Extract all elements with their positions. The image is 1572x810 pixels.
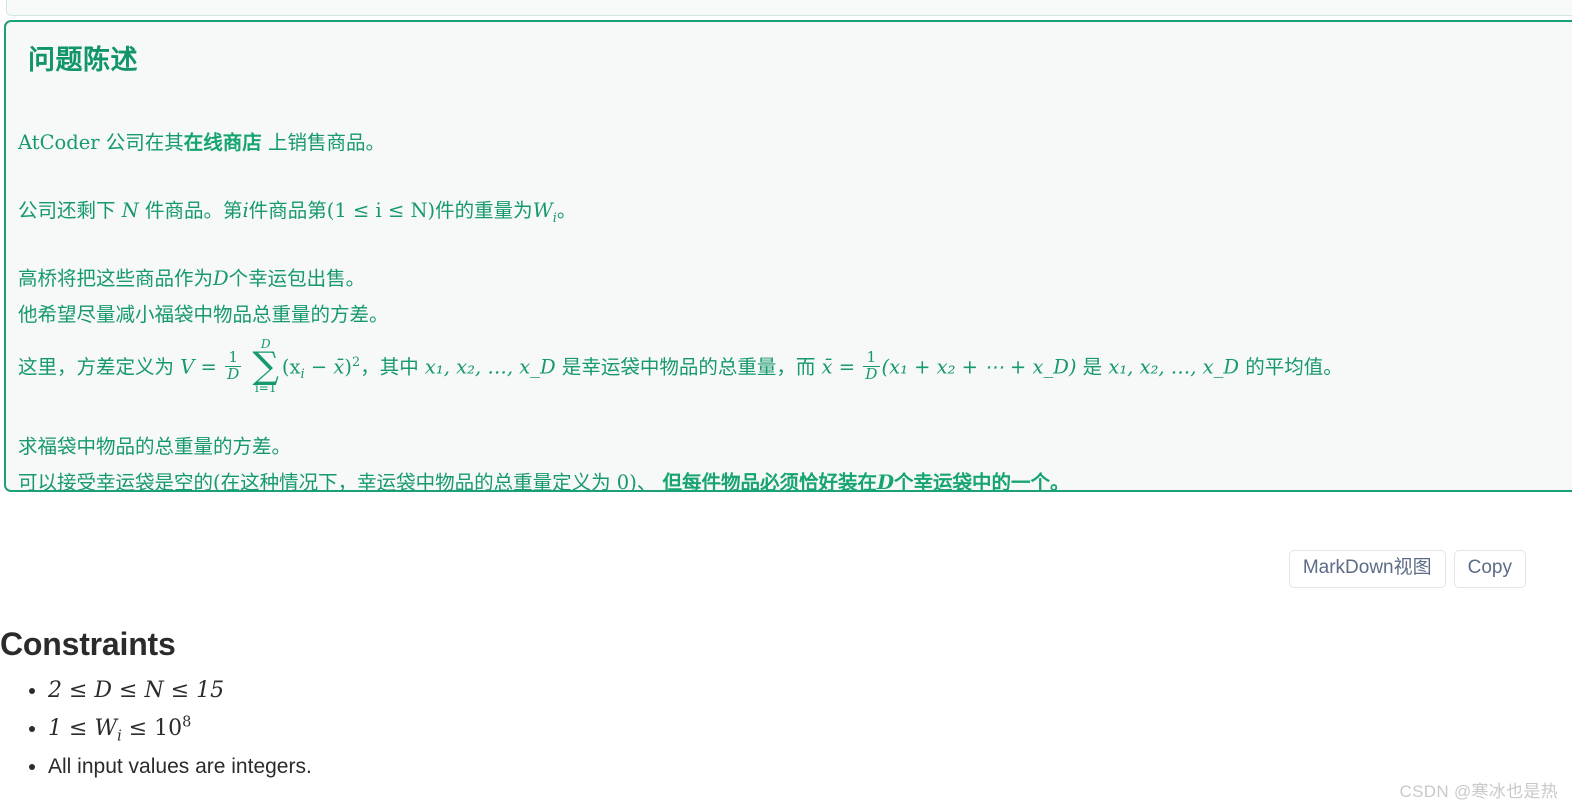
- variance-mid-2: 是幸运袋中物品的总重量，而: [561, 355, 816, 379]
- p2-d: 件的重量为: [435, 199, 533, 222]
- sigma-icon: ∑: [252, 344, 279, 388]
- x-subscript-i: i: [300, 367, 305, 383]
- mean-sum-expression: (x₁ + x₂ + ⋯ + x_D): [881, 355, 1077, 379]
- range-expr: (1 ≤ i ≤ N): [326, 199, 436, 222]
- x-bar-1: x̄: [333, 355, 345, 379]
- copy-button[interactable]: Copy: [1453, 550, 1526, 588]
- statement-paragraph-6: 求福袋中物品的总重量的方差。: [18, 435, 292, 458]
- constraints-heading: Constraints: [0, 626, 176, 662]
- page-root: 问题陈述 AtCoder 公司在其在线商店 上销售商品。 公司还剩下 N 件商品…: [0, 0, 1572, 810]
- p7-bold-pre: 但: [662, 471, 683, 494]
- each-item-emphasis: 每件物品必须恰好装在: [682, 471, 878, 494]
- fraction-one-over-D-2: 1D: [863, 349, 880, 384]
- list-item: 1 ≤ Wi ≤ 108: [48, 710, 312, 749]
- statement-paragraph-variance: 这里，方差定义为 V = 1D D ∑ i=1 (xi − x̄)2，其中 x₁, x…: [18, 338, 1343, 396]
- constraint-1-text: 2 ≤ D ≤ N ≤ 15: [48, 678, 225, 703]
- online-store-emphasis: 在线商店: [183, 131, 262, 154]
- statement-paragraph-4: 他希望尽量减小福袋中物品总重量的方差。: [18, 303, 389, 326]
- p3-b: 个幸运包出售。: [228, 267, 366, 290]
- p7-bold-b: 个幸运袋中的一个: [893, 471, 1050, 494]
- variance-lead: 这里，方差定义为: [18, 355, 175, 379]
- x-bar-2: x̄: [821, 355, 833, 379]
- list-item: 2 ≤ D ≤ N ≤ 15: [48, 672, 312, 710]
- x-list-2: x₁, x₂, …, x_D: [1108, 355, 1240, 379]
- equals-2: =: [838, 355, 856, 379]
- page-title: 问题陈述: [28, 45, 138, 75]
- frac-denominator: D: [227, 365, 240, 384]
- sum-lower-limit: i=1: [254, 380, 277, 395]
- x-list-1: x₁, x₂, …, x_D: [424, 355, 556, 379]
- variance-mid-3: 是: [1082, 355, 1103, 379]
- var-W: W: [532, 199, 553, 222]
- statement-paragraph-7: 可以接受幸运袋是空的(在这种情况下，幸运袋中物品的总重量定义为 0)、 但每件物…: [18, 470, 1070, 496]
- var-N: N: [121, 199, 139, 222]
- csdn-watermark: CSDN @寒冰也是热: [1399, 782, 1558, 801]
- variance-body-close: ): [344, 355, 353, 379]
- markdown-view-button[interactable]: MarkDown视图: [1288, 550, 1446, 588]
- statement-paragraph-1: AtCoder 公司在其在线商店 上销售商品。: [18, 130, 385, 156]
- var-D: D: [213, 267, 229, 290]
- frac2-denominator: D: [865, 365, 878, 384]
- p1-post: 上销售商品。: [268, 131, 386, 154]
- summation-operator: D ∑ i=1: [252, 338, 278, 394]
- constraint-2-text: 1 ≤ Wi ≤ 108: [48, 714, 192, 745]
- constraint-3-text: All input values are integers.: [48, 755, 312, 779]
- minus-sign: −: [310, 355, 328, 379]
- p2-a: 公司还剩下: [18, 199, 116, 222]
- statement-paragraph-2: 公司还剩下 N 件商品。第i件商品第(1 ≤ i ≤ N)件的重量为Wi。: [18, 198, 576, 227]
- variance-body-open: (x: [281, 355, 301, 379]
- p2-c: 件商品第: [248, 199, 327, 222]
- p7-end: 。: [1050, 471, 1070, 494]
- p2-e: 。: [556, 199, 577, 222]
- collapsed-panel-strip[interactable]: [6, 0, 1572, 16]
- list-item: All input values are integers.: [48, 749, 312, 785]
- statement-paragraph-3: 高桥将把这些商品作为D个幸运包出售。: [18, 266, 365, 292]
- variance-mid-1: ，其中: [360, 355, 419, 379]
- p1-pre: AtCoder 公司在其: [18, 131, 184, 154]
- p3-a: 高桥将把这些商品作为: [18, 267, 214, 290]
- p7-a: 可以接受幸运袋是空的(在这种情况下，幸运袋中物品的总重量定义为 0)、: [18, 471, 657, 494]
- power-two: 2: [352, 354, 361, 370]
- double-chevron-up-icon[interactable]: [57, 0, 91, 1]
- constraints-list: 2 ≤ D ≤ N ≤ 15 1 ≤ Wi ≤ 108 All input va…: [0, 672, 312, 785]
- p2-b: 件商品。第: [144, 199, 243, 222]
- var-V: V: [180, 355, 195, 379]
- p7-var-D: D: [877, 471, 894, 494]
- variance-tail: 的平均值。: [1245, 355, 1343, 379]
- fraction-one-over-D: 1D: [225, 349, 242, 384]
- equals-1: =: [200, 355, 217, 379]
- problem-statement-panel: 问题陈述 AtCoder 公司在其在线商店 上销售商品。 公司还剩下 N 件商品…: [4, 20, 1572, 494]
- statement-actions: MarkDown视图 Copy: [1288, 550, 1526, 588]
